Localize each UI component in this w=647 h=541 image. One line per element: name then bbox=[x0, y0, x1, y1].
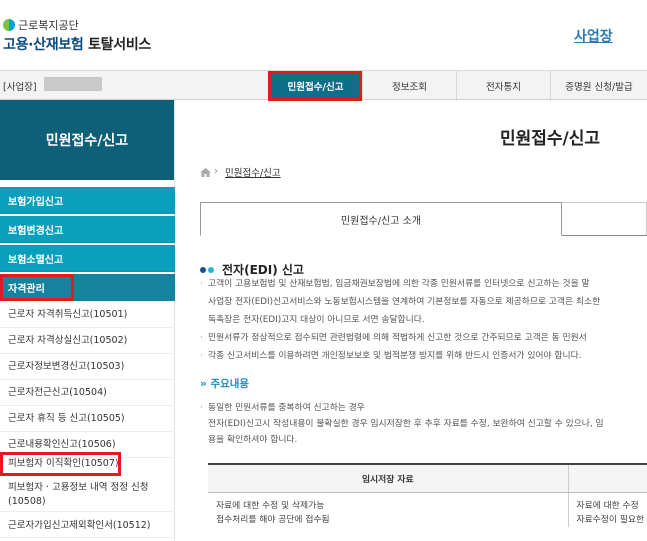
sidebar-subitem-10512[interactable]: 근로자가입신고제외확인서(10512) bbox=[0, 514, 175, 538]
breadcrumb[interactable]: 민원접수/신고 bbox=[225, 165, 281, 179]
global-nav: [사업장] 민원접수/신고 정보조회 전자통지 증명원 신청/발급 bbox=[0, 70, 647, 101]
sidebar-item-insurance-change[interactable]: 보험변경신고 bbox=[0, 216, 175, 243]
paragraph: 독촉장은 전자(EDI)고지 대상이 아니므로 서면 송달합니다. bbox=[208, 315, 425, 325]
sidebar-item-insurance-end[interactable]: 보험소멸신고 bbox=[0, 245, 175, 272]
page-title: 민원접수/신고 bbox=[500, 129, 601, 149]
sidebar-subitem-10504[interactable]: 근로자전근신고(10504) bbox=[0, 380, 175, 406]
sub-paragraph: · 동일한 민원서류를 중복하여 신고하는 경우 bbox=[200, 403, 365, 413]
gnb-item-complaint[interactable]: 민원접수/신고 bbox=[268, 71, 362, 101]
tab-bar: 민원접수/신고 소개 bbox=[200, 202, 647, 236]
double-chevron-icon: » bbox=[200, 378, 207, 390]
breadcrumb-separator-icon: › bbox=[214, 166, 218, 177]
main-content: 민원접수/신고 › 민원접수/신고 민원접수/신고 소개 전자(EDI) 신고 … bbox=[176, 100, 647, 541]
gnb-item-info[interactable]: 정보조회 bbox=[362, 71, 456, 101]
service-title-dark: 토탈서비스 bbox=[88, 37, 151, 53]
service-title[interactable]: 고용·산재보험 토탈서비스 bbox=[3, 34, 151, 54]
paragraph: · 민원서류가 정상적으로 접수되면 관련법령에 의해 적법하게 신고한 것으로 … bbox=[200, 333, 587, 343]
paragraph: 사업장 전자(EDI)신고서비스와 노동보험시스템을 연계하여 기본정보를 자동… bbox=[208, 297, 601, 307]
sidebar-subitem-10501[interactable]: 근로자 자격취득신고(10501) bbox=[0, 302, 175, 328]
sidebar-subitem-10505[interactable]: 근로자 휴직 등 신고(10505) bbox=[0, 406, 175, 432]
table-header bbox=[568, 463, 647, 493]
table-cell: 자료에 대한 수정 및 삭제가능 bbox=[208, 492, 569, 513]
org-name: 근로복지공단 bbox=[18, 19, 79, 32]
sub-paragraph: 전자(EDI)신고시 작성내용이 불확실한 경우 임시저장한 후 추후 자료를 … bbox=[208, 419, 604, 429]
sub-title: » 주요내용 bbox=[200, 376, 249, 391]
sidebar-item-insurance-join[interactable]: 보험가입신고 bbox=[0, 187, 175, 214]
org-logo[interactable]: 근로복지공단 bbox=[3, 17, 79, 33]
sidebar-subitem-10508[interactable]: 피보험자 · 고용정보 내역 정정 신청(10508) bbox=[0, 478, 175, 512]
home-icon[interactable] bbox=[200, 168, 211, 177]
sub-title-text: 주요내용 bbox=[210, 378, 250, 390]
table-cell: 자료에 대한 수정 bbox=[576, 500, 639, 511]
sidebar-item-qualification[interactable]: 자격관리 bbox=[0, 274, 74, 301]
user-name-redacted bbox=[44, 77, 102, 91]
table-cell: 자료수정이 필요한 bbox=[576, 514, 645, 525]
sidebar-active-bar bbox=[74, 274, 175, 301]
comparison-table: 임시저장 자료 자료에 대한 수정 및 삭제가능 자료에 대한 수정 접수처리를… bbox=[208, 463, 647, 527]
bullet-dots-icon bbox=[200, 266, 216, 273]
org-logo-icon bbox=[3, 19, 15, 31]
table-row: 자료에 대한 수정 및 삭제가능 자료에 대한 수정 bbox=[208, 492, 647, 513]
gnb-item-notice[interactable]: 전자통지 bbox=[456, 71, 550, 101]
business-link[interactable]: 사업장 bbox=[574, 26, 613, 46]
sub-paragraph: 용을 확인하셔야 합니다. bbox=[208, 435, 298, 445]
table-cell: 접수처리를 해야 공단에 접수됨 bbox=[208, 512, 569, 527]
service-title-blue: 고용·산재보험 bbox=[3, 37, 84, 53]
table-header: 임시저장 자료 bbox=[208, 463, 569, 493]
site-header: 근로복지공단 고용·산재보험 토탈서비스 사업장 bbox=[0, 0, 647, 70]
user-label: [사업장] bbox=[3, 82, 37, 93]
paragraph: · 고객이 고용보험법 및 산재보험법, 임금채권보장법에 의한 각종 민원서류를… bbox=[200, 279, 590, 289]
paragraph: · 각종 신고서비스를 이용하려면 개인정보보호 및 법적분쟁 방지를 위해 반드… bbox=[200, 351, 582, 361]
tab-next[interactable] bbox=[562, 202, 647, 235]
table-row: 접수처리를 해야 공단에 접수됨 자료수정이 필요한 bbox=[208, 512, 647, 527]
sidebar-subitem-10503[interactable]: 근로자정보변경신고(10503) bbox=[0, 354, 175, 380]
sidebar-subitem-10502[interactable]: 근로자 자격상실신고(10502) bbox=[0, 328, 175, 354]
gnb-item-certificate[interactable]: 증명원 신청/발급 bbox=[550, 71, 647, 101]
sidebar-subitem-10507[interactable]: 피보험자 이직확인(10507) bbox=[0, 452, 121, 476]
sidebar-title: 민원접수/신고 bbox=[0, 100, 174, 180]
tab-intro[interactable]: 민원접수/신고 소개 bbox=[200, 202, 562, 236]
